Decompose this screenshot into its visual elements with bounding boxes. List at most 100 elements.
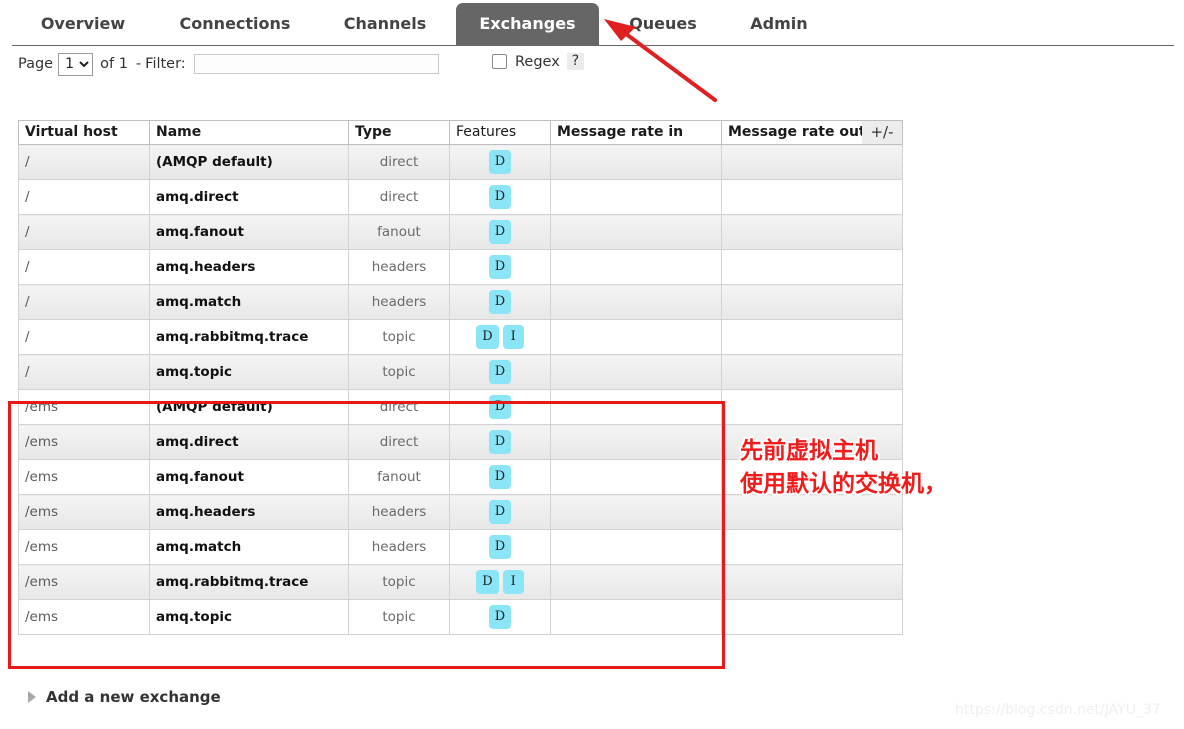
table-row[interactable]: / amq.match headers D [18, 284, 903, 320]
separator-dash: - [135, 56, 142, 72]
table-row[interactable]: /ems (AMQP default) direct D [18, 389, 903, 425]
exchange-name-link[interactable]: amq.direct [156, 189, 239, 205]
exchange-name-link[interactable]: amq.headers [156, 259, 255, 275]
cell-message-rate-in [550, 459, 722, 495]
cell-features: D [449, 599, 551, 635]
cell-exchange-type: headers [348, 284, 450, 320]
table-row[interactable]: / amq.rabbitmq.trace topic D I [18, 319, 903, 355]
tab-exchanges[interactable]: Exchanges [456, 3, 599, 46]
cell-exchange-name: (AMQP default) [149, 389, 349, 425]
cell-virtual-host: / [18, 354, 150, 390]
cell-message-rate-out [721, 564, 903, 600]
cell-exchange-type: fanout [348, 459, 450, 495]
cell-features: D [449, 214, 551, 250]
tab-connections[interactable]: Connections [164, 3, 306, 46]
column-header-features[interactable]: Features [449, 120, 551, 145]
feature-badge-d: D [488, 500, 512, 524]
tab-channels[interactable]: Channels [326, 3, 444, 46]
exchange-name-link[interactable]: amq.fanout [156, 469, 244, 485]
cell-exchange-type: direct [348, 389, 450, 425]
table-row[interactable]: / (AMQP default) direct D [18, 144, 903, 180]
cell-exchange-type: headers [348, 529, 450, 565]
cell-message-rate-in [550, 284, 722, 320]
column-header-type[interactable]: Type [348, 120, 450, 145]
tab-admin[interactable]: Admin [733, 3, 825, 46]
filter-input[interactable] [193, 54, 439, 74]
add-new-exchange-toggle[interactable]: Add a new exchange [28, 688, 221, 706]
main-tab-bar: Overview Connections Channels Exchanges Queu… [0, 0, 1184, 46]
page-select[interactable]: 1 [58, 52, 94, 76]
tab-overview[interactable]: Overview [22, 3, 144, 46]
cell-virtual-host: /ems [18, 389, 150, 425]
exchange-name-link[interactable]: amq.rabbitmq.trace [156, 329, 308, 345]
exchange-name-link[interactable]: amq.rabbitmq.trace [156, 574, 308, 590]
cell-message-rate-in [550, 564, 722, 600]
help-icon[interactable]: ? [566, 53, 585, 70]
cell-virtual-host: / [18, 319, 150, 355]
watermark: https://blog.csdn.net/JAYU_37 [955, 702, 1161, 718]
cell-message-rate-in [550, 494, 722, 530]
table-row[interactable]: / amq.direct direct D [18, 179, 903, 215]
column-header-virtual-host[interactable]: Virtual host [18, 120, 150, 145]
cell-features: DI [449, 319, 551, 355]
exchange-name-link[interactable]: amq.fanout [156, 224, 244, 240]
regex-checkbox[interactable] [492, 54, 507, 69]
feature-badge-i: I [502, 570, 524, 594]
column-toggle-button[interactable]: +/- [862, 121, 902, 144]
filter-label: Filter: [145, 56, 186, 72]
tab-queues[interactable]: Queues [613, 3, 713, 46]
feature-badge-d: D [488, 185, 512, 209]
table-row[interactable]: / amq.fanout fanout D [18, 214, 903, 250]
annotation-note: 先前虚拟主机 使用默认的交换机， [740, 435, 947, 501]
exchange-name-link[interactable]: amq.match [156, 294, 241, 310]
cell-exchange-name: amq.match [149, 284, 349, 320]
table-row[interactable]: / amq.topic topic D [18, 354, 903, 390]
exchange-name-link[interactable]: amq.headers [156, 504, 255, 520]
feature-badge-d: D [476, 570, 499, 594]
cell-exchange-name: amq.rabbitmq.trace [149, 319, 349, 355]
cell-exchange-name: amq.fanout [149, 214, 349, 250]
column-header-message-rate-in[interactable]: Message rate in [550, 120, 722, 145]
table-row[interactable]: /ems amq.match headers D [18, 529, 903, 565]
cell-virtual-host: /ems [18, 599, 150, 635]
cell-message-rate-in [550, 529, 722, 565]
cell-features: DI [449, 564, 551, 600]
exchange-name-link[interactable]: amq.direct [156, 434, 239, 450]
table-row[interactable]: / amq.headers headers D [18, 249, 903, 285]
exchange-name-link[interactable]: (AMQP default) [156, 399, 273, 415]
exchange-name-link[interactable]: amq.topic [156, 609, 232, 625]
feature-badge-d: D [488, 220, 512, 244]
cell-exchange-name: amq.headers [149, 494, 349, 530]
feature-badge-d: D [488, 290, 512, 314]
feature-badge-d: D [476, 325, 499, 349]
paging-filter-bar: Page 1 of 1 - Filter: [18, 51, 439, 77]
regex-label: Regex [515, 53, 560, 70]
cell-message-rate-out [721, 284, 903, 320]
feature-badge-d: D [488, 395, 512, 419]
cell-virtual-host: /ems [18, 424, 150, 460]
cell-features: D [449, 389, 551, 425]
feature-badge-d: D [488, 430, 512, 454]
cell-exchange-type: topic [348, 564, 450, 600]
table-row[interactable]: /ems amq.topic topic D [18, 599, 903, 635]
feature-badge-d: D [488, 255, 512, 279]
table-row[interactable]: /ems amq.rabbitmq.trace topic D I [18, 564, 903, 600]
add-new-exchange-label: Add a new exchange [46, 688, 221, 706]
column-header-name[interactable]: Name [149, 120, 349, 145]
cell-exchange-name: amq.topic [149, 599, 349, 635]
annotation-note-line-1: 先前虚拟主机 [740, 438, 878, 464]
exchange-name-link[interactable]: amq.match [156, 539, 241, 555]
cell-virtual-host: / [18, 249, 150, 285]
cell-message-rate-in [550, 424, 722, 460]
exchange-name-link[interactable]: amq.topic [156, 364, 232, 380]
cell-exchange-type: topic [348, 319, 450, 355]
exchange-name-link[interactable]: (AMQP default) [156, 154, 273, 170]
page-label: Page [18, 56, 54, 72]
cell-exchange-name: amq.fanout [149, 459, 349, 495]
cell-message-rate-out [721, 214, 903, 250]
cell-message-rate-out [721, 144, 903, 180]
cell-message-rate-out [721, 529, 903, 565]
cell-virtual-host: / [18, 179, 150, 215]
cell-message-rate-in [550, 249, 722, 285]
expand-triangle-icon [28, 691, 36, 703]
